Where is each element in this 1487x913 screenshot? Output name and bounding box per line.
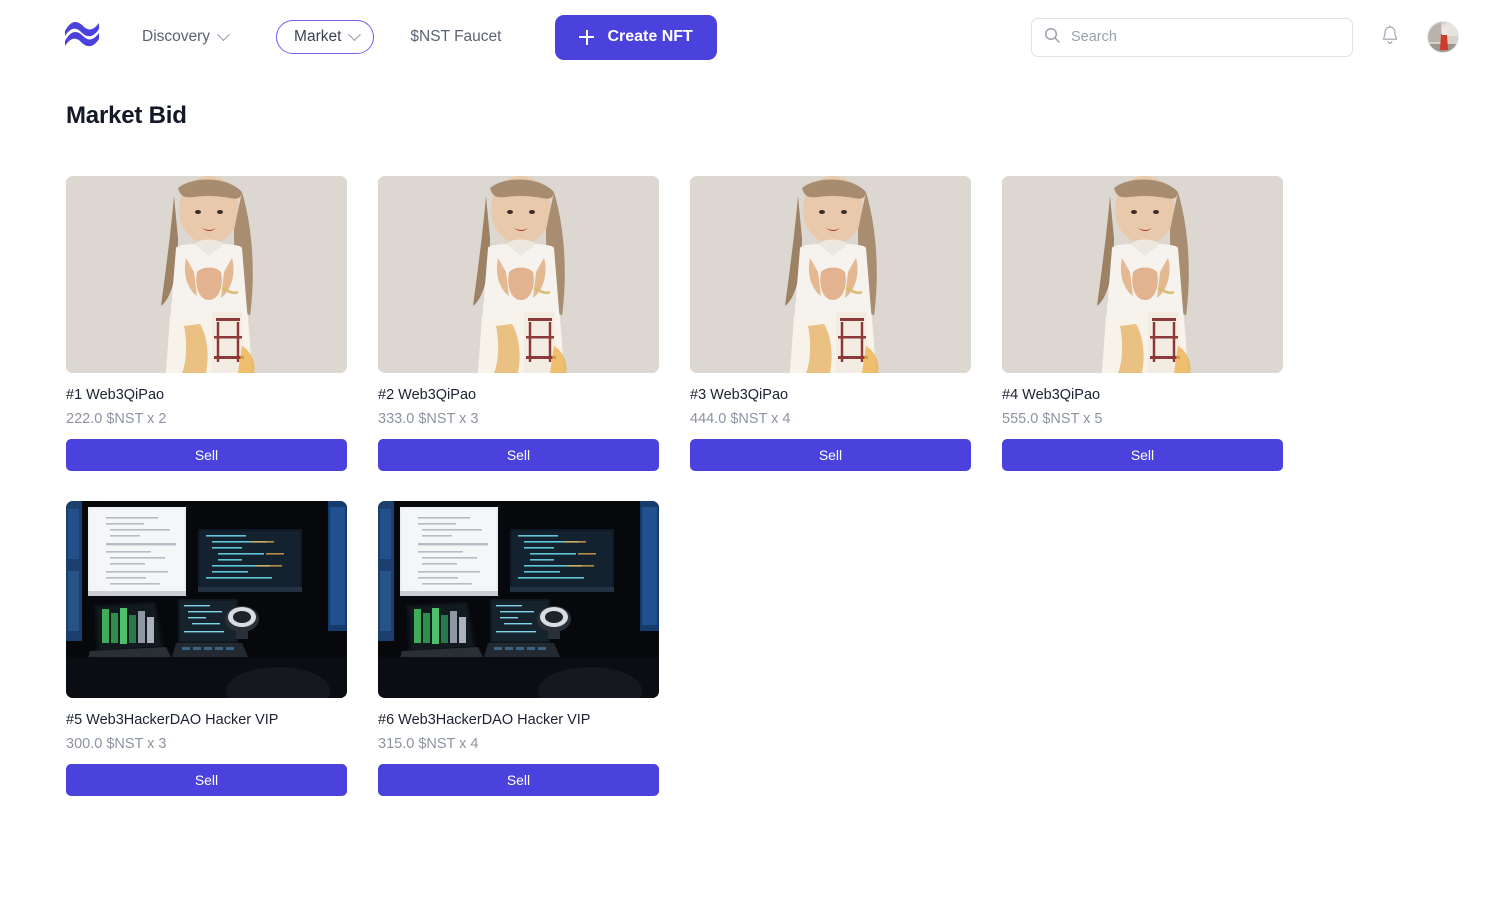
nft-image-desk[interactable] xyxy=(378,501,659,699)
logo-wave-icon xyxy=(62,19,104,56)
nft-card-price: 222.0 $NST x 2 xyxy=(66,410,167,427)
nft-card-price: 333.0 $NST x 3 xyxy=(378,410,479,427)
nft-image-qipao[interactable] xyxy=(378,176,659,373)
nft-card-title: #2 Web3QiPao xyxy=(378,387,477,403)
nav-item-discovery[interactable]: Discovery xyxy=(132,20,238,54)
nft-card-title: #4 Web3QiPao xyxy=(1002,387,1101,403)
sell-button[interactable]: Sell xyxy=(1002,439,1283,472)
primary-nav: Discovery Market $NST Faucet Create NFT xyxy=(132,14,717,60)
nav-faucet-label: $NST Faucet xyxy=(410,28,502,45)
nft-card[interactable]: #6 Web3HackerDAO Hacker VIP 315.0 $NST x… xyxy=(378,501,659,797)
nft-card[interactable]: #1 Web3QiPao 222.0 $NST x 2 Sell xyxy=(66,176,347,472)
nft-card-title: #3 Web3QiPao xyxy=(690,387,789,403)
sell-button[interactable]: Sell xyxy=(378,439,659,472)
sell-button[interactable]: Sell xyxy=(378,764,659,797)
nft-card-grid: #1 Web3QiPao 222.0 $NST x 2 Sell #2 Web3… xyxy=(66,176,1431,797)
navbar-right-group xyxy=(1031,17,1459,57)
create-nft-label: Create NFT xyxy=(607,28,693,45)
app-logo[interactable] xyxy=(56,17,110,57)
sell-button[interactable]: Sell xyxy=(66,764,347,797)
nft-card[interactable]: #5 Web3HackerDAO Hacker VIP 300.0 $NST x… xyxy=(66,501,347,797)
bell-icon xyxy=(1380,25,1400,49)
notifications-button[interactable] xyxy=(1375,22,1405,52)
chevron-down-icon xyxy=(348,27,362,41)
nft-card-price: 300.0 $NST x 3 xyxy=(66,735,167,752)
nft-card-price: 444.0 $NST x 4 xyxy=(690,410,791,427)
nav-discovery-label: Discovery xyxy=(142,28,211,45)
nft-card[interactable]: #3 Web3QiPao 444.0 $NST x 4 Sell xyxy=(690,176,971,472)
nft-card-title: #6 Web3HackerDAO Hacker VIP xyxy=(378,712,591,729)
create-nft-button[interactable]: Create NFT xyxy=(555,14,717,60)
nft-image-qipao[interactable] xyxy=(66,176,347,373)
nav-market-label: Market xyxy=(294,28,342,45)
nft-card[interactable]: #2 Web3QiPao 333.0 $NST x 3 Sell xyxy=(378,176,659,472)
nav-item-market[interactable]: Market xyxy=(276,20,375,54)
plus-icon xyxy=(579,29,595,45)
main-content: Market Bid #1 Web3QiPao 222.0 $NST x 2 S… xyxy=(0,74,1487,797)
nft-image-qipao[interactable] xyxy=(690,176,971,373)
chevron-down-icon xyxy=(217,27,230,41)
sell-button[interactable]: Sell xyxy=(66,439,347,472)
nft-card-price: 315.0 $NST x 4 xyxy=(378,735,479,752)
nft-card[interactable]: #4 Web3QiPao 555.0 $NST x 5 Sell xyxy=(1002,176,1283,472)
nft-card-title: #5 Web3HackerDAO Hacker VIP xyxy=(66,712,279,729)
nft-card-price: 555.0 $NST x 5 xyxy=(1002,410,1103,427)
nft-image-qipao[interactable] xyxy=(1002,176,1283,373)
search-icon xyxy=(1044,27,1060,48)
page-title: Market Bid xyxy=(66,102,187,129)
nav-item-nst-faucet[interactable]: $NST Faucet xyxy=(400,20,511,54)
search-input[interactable] xyxy=(1071,29,1340,45)
sell-button[interactable]: Sell xyxy=(690,439,971,472)
top-navbar: Discovery Market $NST Faucet Create NFT xyxy=(0,0,1487,74)
nft-image-desk[interactable] xyxy=(66,501,347,699)
user-avatar[interactable] xyxy=(1427,21,1459,53)
nft-card-title: #1 Web3QiPao xyxy=(66,387,165,403)
search-box[interactable] xyxy=(1031,17,1353,57)
